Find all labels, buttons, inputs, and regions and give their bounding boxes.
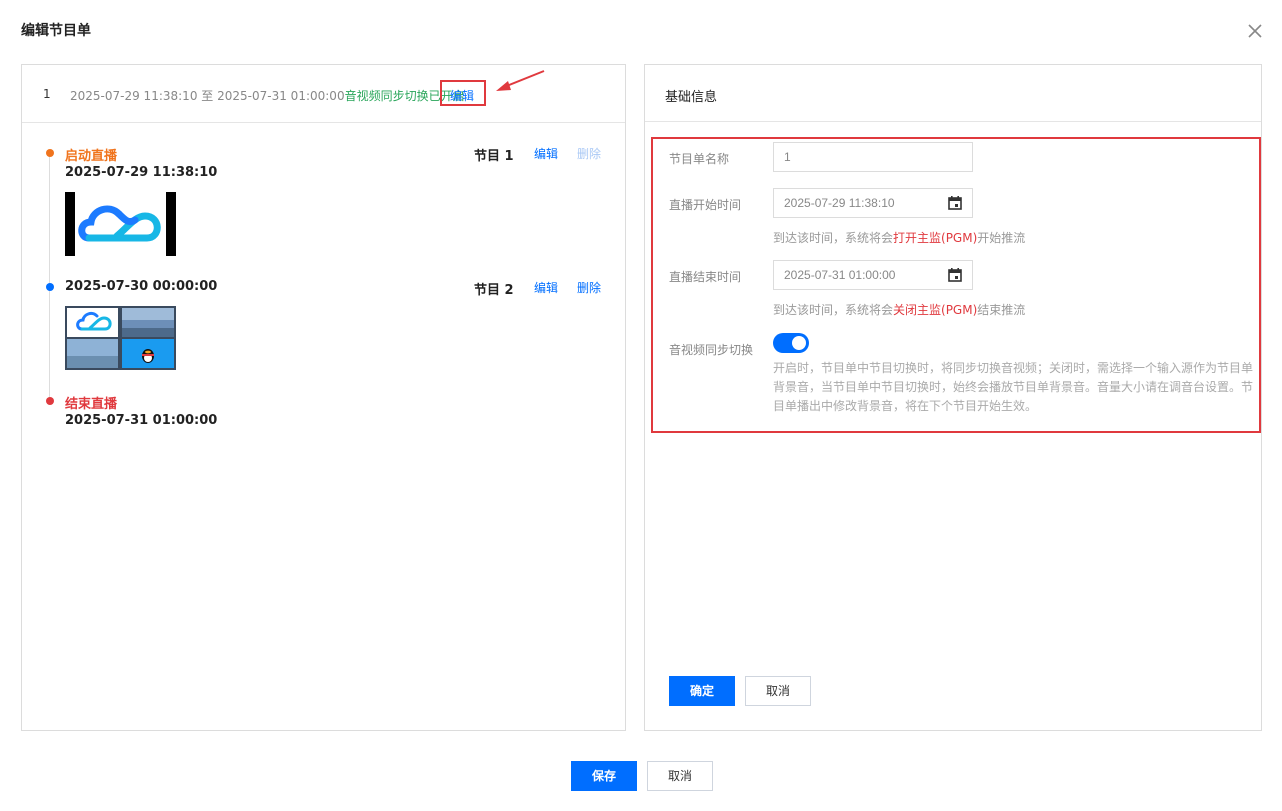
playlist-end: 2025-07-31 01:00:00 [217,89,345,103]
end-event-dot [46,397,54,405]
playlist-name-value: 1 [784,150,791,164]
end-hint-text: 到达该时间，系统将会 [773,303,894,317]
end-time-picker[interactable]: 2025-07-31 01:00:00 [773,260,973,290]
dialog-title: 编辑节目单 [21,23,91,39]
annotation-arrow [496,70,545,91]
start-event-dot [46,149,54,157]
save-button[interactable]: 保存 [571,761,637,791]
program-2-time: 2025-07-30 00:00:00 [65,279,218,294]
start-time-value: 2025-07-29 11:38:10 [784,196,895,210]
playlist-separator: 至 [201,89,214,103]
confirm-button[interactable]: 确定 [669,676,735,706]
start-event-label: 启动直播 [65,149,118,164]
calendar-icon[interactable] [948,268,962,282]
basic-info-header: 基础信息 [645,65,1261,122]
start-hint-highlight: 打开主监(PGM) [893,231,978,245]
timeline-line [49,155,50,405]
playlist-index: 1 [43,87,51,101]
start-time-hint: 到达该时间，系统将会打开主监(PGM)开始推流 [773,229,1025,246]
start-hint-text: 到达该时间，系统将会 [773,231,894,245]
end-event-label: 结束直播 [65,397,118,412]
cancel-button[interactable]: 取消 [647,761,713,791]
program-2-name: 节目 2 [474,283,514,298]
sync-toggle[interactable] [773,333,809,353]
playlist-start: 2025-07-29 11:38:10 [70,89,198,103]
program-1-delete-link: 删除 [577,147,602,161]
sync-description: 开启时，节目单中节目切换时，将同步切换音视频；关闭时，需选择一个输入源作为节目单… [773,361,1254,413]
qq-penguin-icon [142,349,154,363]
start-time-label: 直播开始时间 [669,198,742,212]
basic-info-panel: 基础信息 节目单名称 1 直播开始时间 2025-07-29 11:38:10 … [644,64,1262,731]
playlist-edit-link[interactable]: 编辑 [450,87,474,104]
name-label: 节目单名称 [669,152,730,166]
form-cancel-button[interactable]: 取消 [745,676,811,706]
end-time-hint: 到达该时间，系统将会关闭主监(PGM)结束推流 [773,301,1025,318]
start-hint-suffix: 开始推流 [977,231,1026,245]
program-2-delete-link[interactable]: 删除 [577,279,601,296]
program-2-dot [46,283,54,291]
start-event-time: 2025-07-29 11:38:10 [65,165,218,180]
program-1-edit-link[interactable]: 编辑 [534,145,558,162]
end-hint-highlight: 关闭主监(PGM) [893,303,978,317]
program-1-name: 节目 1 [474,149,514,164]
end-time-value: 2025-07-31 01:00:00 [784,268,896,282]
toggle-knob [792,336,806,350]
playlist-panel: 1 2025-07-29 11:38:10 至 2025-07-31 01:00… [21,64,626,731]
end-hint-suffix: 结束推流 [977,303,1026,317]
start-time-picker[interactable]: 2025-07-29 11:38:10 [773,188,973,218]
sync-label: 音视频同步切换 [669,343,754,357]
playlist-name-input[interactable]: 1 [773,142,973,172]
end-event-time: 2025-07-31 01:00:00 [65,413,218,428]
close-icon[interactable] [1246,22,1264,40]
calendar-icon[interactable] [948,196,962,210]
program-1-thumbnail [65,192,176,256]
end-time-label: 直播结束时间 [669,270,742,284]
program-2-edit-link[interactable]: 编辑 [534,279,558,296]
program-2-thumbnail [65,306,176,370]
basic-info-title: 基础信息 [665,90,718,105]
playlist-time-range: 2025-07-29 11:38:10 至 2025-07-31 01:00:0… [70,87,465,104]
